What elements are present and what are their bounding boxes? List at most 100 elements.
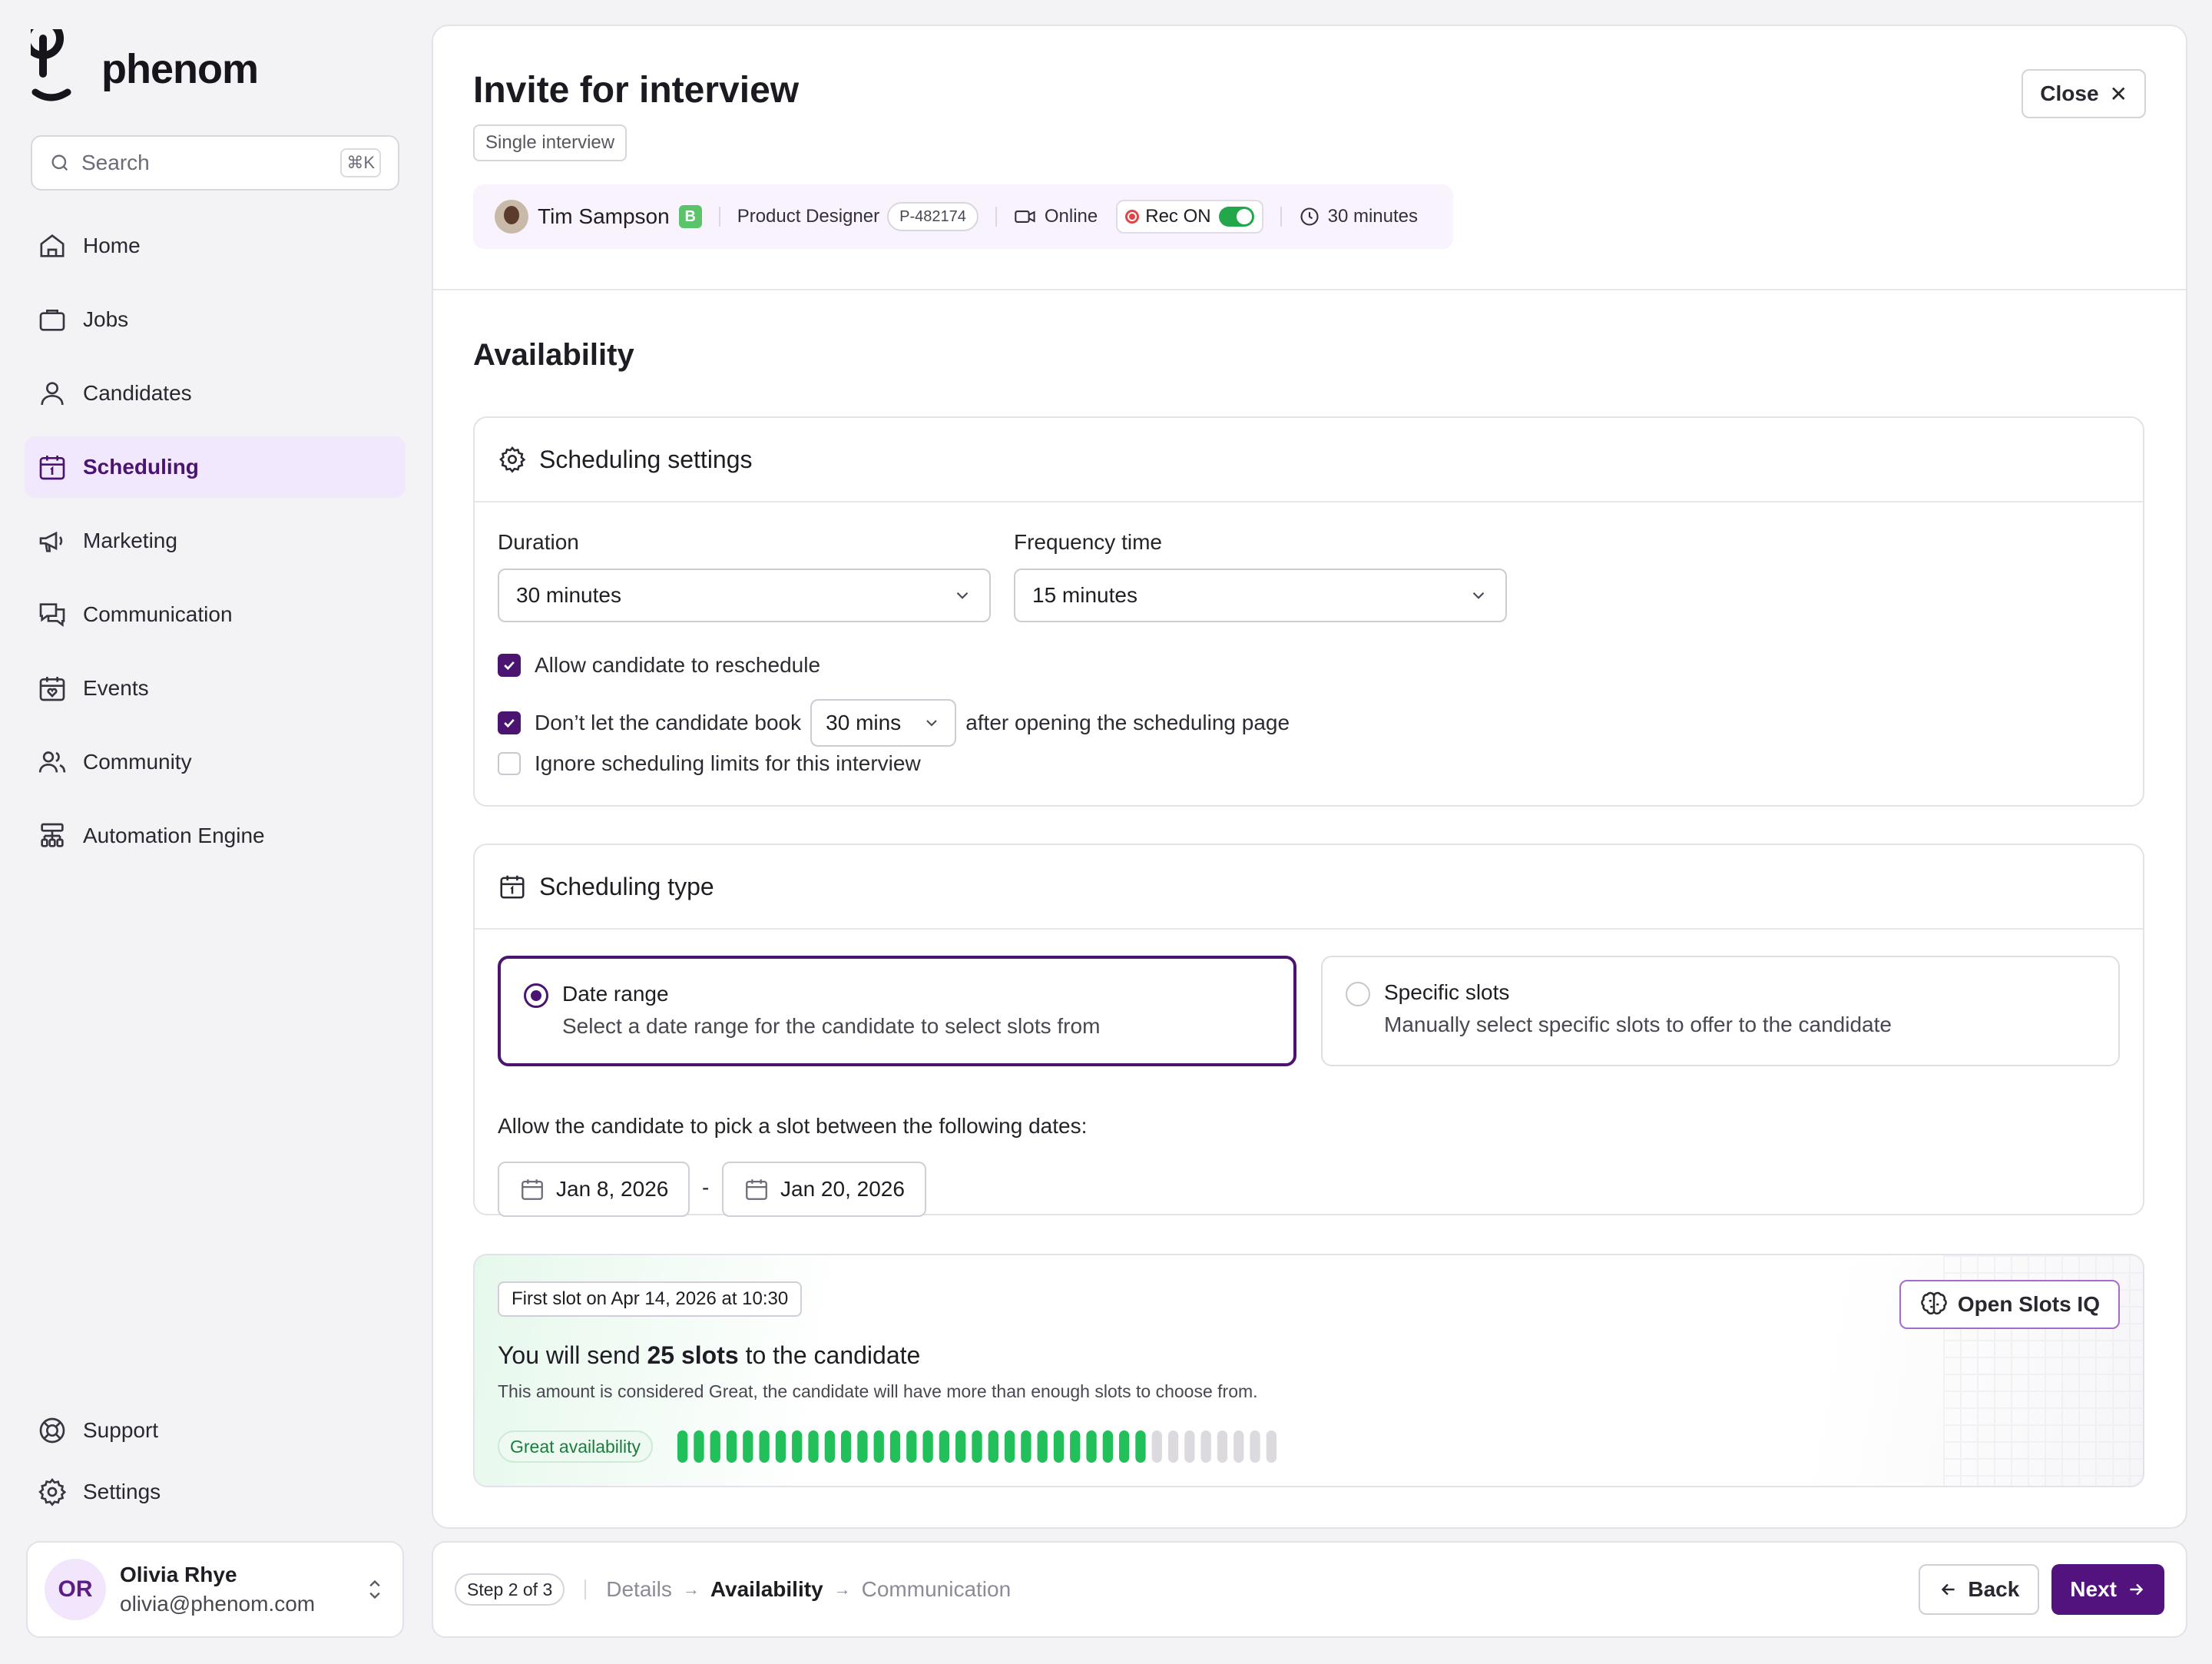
end-date-picker[interactable]: Jan 20, 2026 xyxy=(722,1162,926,1217)
candidate-grade-badge: B xyxy=(678,205,702,228)
open-slots-iq-button[interactable]: Open Slots IQ xyxy=(1899,1280,2120,1329)
specific-slots-radio[interactable] xyxy=(1346,982,1370,1006)
sidebar-item-candidates[interactable]: Candidates xyxy=(25,363,406,424)
phenom-logo[interactable]: phenom xyxy=(31,29,259,106)
start-date-picker[interactable]: Jan 8, 2026 xyxy=(498,1162,690,1217)
specific-slots-title: Specific slots xyxy=(1384,980,1510,1004)
step-indicator: Step 2 of 3 xyxy=(455,1573,565,1606)
specific-slots-option[interactable]: Specific slots Manually select specific … xyxy=(1321,956,2120,1066)
ignore-limits-checkbox[interactable] xyxy=(498,752,521,775)
duration-label: Duration xyxy=(498,530,579,554)
recording-toggle[interactable]: Rec ON xyxy=(1116,200,1263,234)
user-account-switcher[interactable]: OR Olivia Rhye olivia@phenom.com xyxy=(26,1541,404,1638)
date-range-radio[interactable] xyxy=(524,983,548,1008)
sidebar-item-label: Support xyxy=(83,1418,159,1442)
availability-segment xyxy=(840,1430,852,1463)
booking-delay-checkbox[interactable] xyxy=(498,711,521,734)
availability-segment xyxy=(873,1430,884,1463)
divider xyxy=(1280,207,1282,227)
slots-count: 25 slots xyxy=(647,1341,739,1369)
ignore-limits-option[interactable]: Ignore scheduling limits for this interv… xyxy=(498,751,921,776)
sidebar-item-label: Marketing xyxy=(83,529,177,552)
slots-summary-card: First slot on Apr 14, 2026 at 10:30 You … xyxy=(473,1254,2144,1487)
sidebar-item-scheduling[interactable]: Scheduling xyxy=(25,436,406,498)
close-button[interactable]: Close ✕ xyxy=(2022,69,2146,118)
gear-icon xyxy=(499,446,526,473)
step-details[interactable]: Details xyxy=(606,1577,672,1602)
candidate-name[interactable]: Tim Sampson xyxy=(538,204,670,229)
brand-name: phenom xyxy=(101,46,259,92)
calendar-icon xyxy=(39,456,65,480)
availability-segment xyxy=(726,1430,737,1463)
user-icon xyxy=(41,382,64,406)
check-icon xyxy=(504,661,515,671)
sidebar-item-marketing[interactable]: Marketing xyxy=(25,510,406,572)
lifebuoy-icon xyxy=(39,1417,65,1444)
chevron-up-down-icon xyxy=(369,1579,380,1599)
sidebar-item-settings[interactable]: Settings xyxy=(25,1461,406,1523)
sidebar-item-community[interactable]: Community xyxy=(25,731,406,793)
sidebar-item-communication[interactable]: Communication xyxy=(25,584,406,645)
arrow-right-icon: → xyxy=(682,1579,700,1599)
scheduling-type-header: Scheduling type xyxy=(475,845,2143,930)
recording-label: Rec ON xyxy=(1145,206,1211,227)
recording-switch[interactable] xyxy=(1218,207,1254,227)
booking-delay-select[interactable]: 30 mins xyxy=(810,699,957,747)
sidebar-item-support[interactable]: Support xyxy=(25,1400,406,1461)
availability-segment xyxy=(808,1430,819,1463)
user-name: Olivia Rhye xyxy=(120,1563,237,1586)
availability-segment xyxy=(939,1430,950,1463)
search-input[interactable]: Search ⌘K xyxy=(31,135,399,191)
date-range-title: Date range xyxy=(562,982,669,1006)
availability-segment xyxy=(972,1430,982,1463)
availability-segment xyxy=(743,1430,753,1463)
back-button[interactable]: Back xyxy=(1919,1564,2040,1615)
next-button[interactable]: Next xyxy=(2051,1564,2164,1615)
workflow-icon xyxy=(41,823,64,847)
divider xyxy=(718,207,720,227)
scheduling-type-title: Scheduling type xyxy=(539,872,714,900)
scheduling-settings-header: Scheduling settings xyxy=(475,418,2143,502)
search-placeholder: Search xyxy=(81,151,150,174)
sidebar: phenom Search ⌘K Home Jobs Candidates Sc… xyxy=(0,0,430,1664)
availability-title: Availability xyxy=(473,338,634,372)
sidebar-item-automation-engine[interactable]: Automation Engine xyxy=(25,805,406,867)
availability-segment xyxy=(1070,1430,1081,1463)
users-icon xyxy=(38,751,66,773)
availability-segment xyxy=(824,1430,835,1463)
booking-delay-option: Don’t let the candidate book 30 mins aft… xyxy=(498,699,1290,747)
availability-segment xyxy=(1037,1430,1048,1463)
phenom-logo-icon xyxy=(31,29,71,101)
duration-value: 30 minutes xyxy=(516,583,621,607)
step-breadcrumb: Details → Availability → Communication xyxy=(606,1577,1011,1602)
sidebar-item-home[interactable]: Home xyxy=(25,215,406,277)
check-icon xyxy=(504,718,515,728)
clock-icon xyxy=(1300,207,1319,226)
reschedule-checkbox[interactable] xyxy=(498,654,521,677)
calendar-icon xyxy=(522,1179,543,1200)
scheduling-type-card: Scheduling type Date range Select a date… xyxy=(473,844,2144,1217)
back-button-label: Back xyxy=(1968,1577,2020,1601)
availability-segment xyxy=(1217,1430,1228,1463)
duration-select[interactable]: 30 minutes xyxy=(498,568,991,622)
slots-summary-line: You will send 25 slots to the candidate xyxy=(498,1341,920,1370)
step-communication[interactable]: Communication xyxy=(862,1577,1012,1602)
arrow-right-icon xyxy=(2130,1583,2144,1596)
divider xyxy=(995,207,997,227)
reschedule-option[interactable]: Allow candidate to reschedule xyxy=(498,653,820,678)
arrow-left-icon xyxy=(1942,1583,1955,1596)
interview-duration: 30 minutes xyxy=(1327,206,1419,227)
date-range-option[interactable]: Date range Select a date range for the c… xyxy=(498,956,1296,1066)
wizard-footer: Step 2 of 3 Details → Availability → Com… xyxy=(432,1541,2187,1638)
date-range-text: Date range Select a date range for the c… xyxy=(562,982,1100,1040)
frequency-value: 15 minutes xyxy=(1032,583,1137,607)
sidebar-item-jobs[interactable]: Jobs xyxy=(25,289,406,350)
chevron-down-icon xyxy=(956,592,969,599)
sidebar-item-label: Jobs xyxy=(83,307,129,331)
availability-segment xyxy=(955,1430,966,1463)
sidebar-item-events[interactable]: Events xyxy=(25,658,406,719)
first-slot-chip: First slot on Apr 14, 2026 at 10:30 xyxy=(498,1281,803,1317)
step-availability[interactable]: Availability xyxy=(710,1577,823,1602)
sidebar-item-label: Home xyxy=(83,234,141,257)
frequency-select[interactable]: 15 minutes xyxy=(1014,568,1507,622)
